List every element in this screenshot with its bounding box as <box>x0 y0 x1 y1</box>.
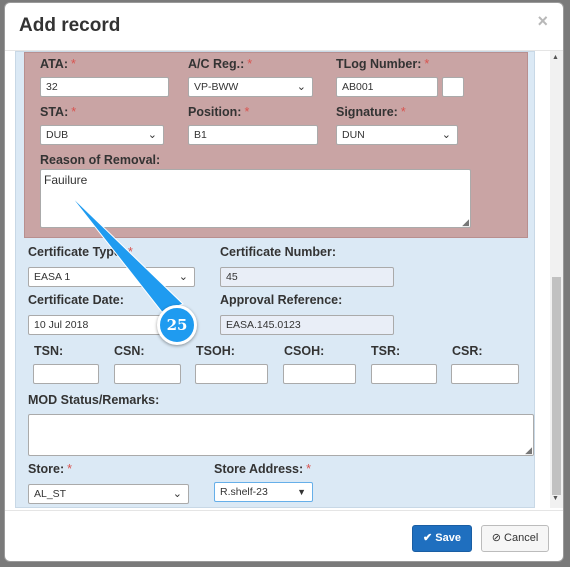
annotation-badge: 25 <box>157 305 197 345</box>
annotation-pointer <box>69 194 184 313</box>
pointer-arrow-shape <box>69 194 184 313</box>
